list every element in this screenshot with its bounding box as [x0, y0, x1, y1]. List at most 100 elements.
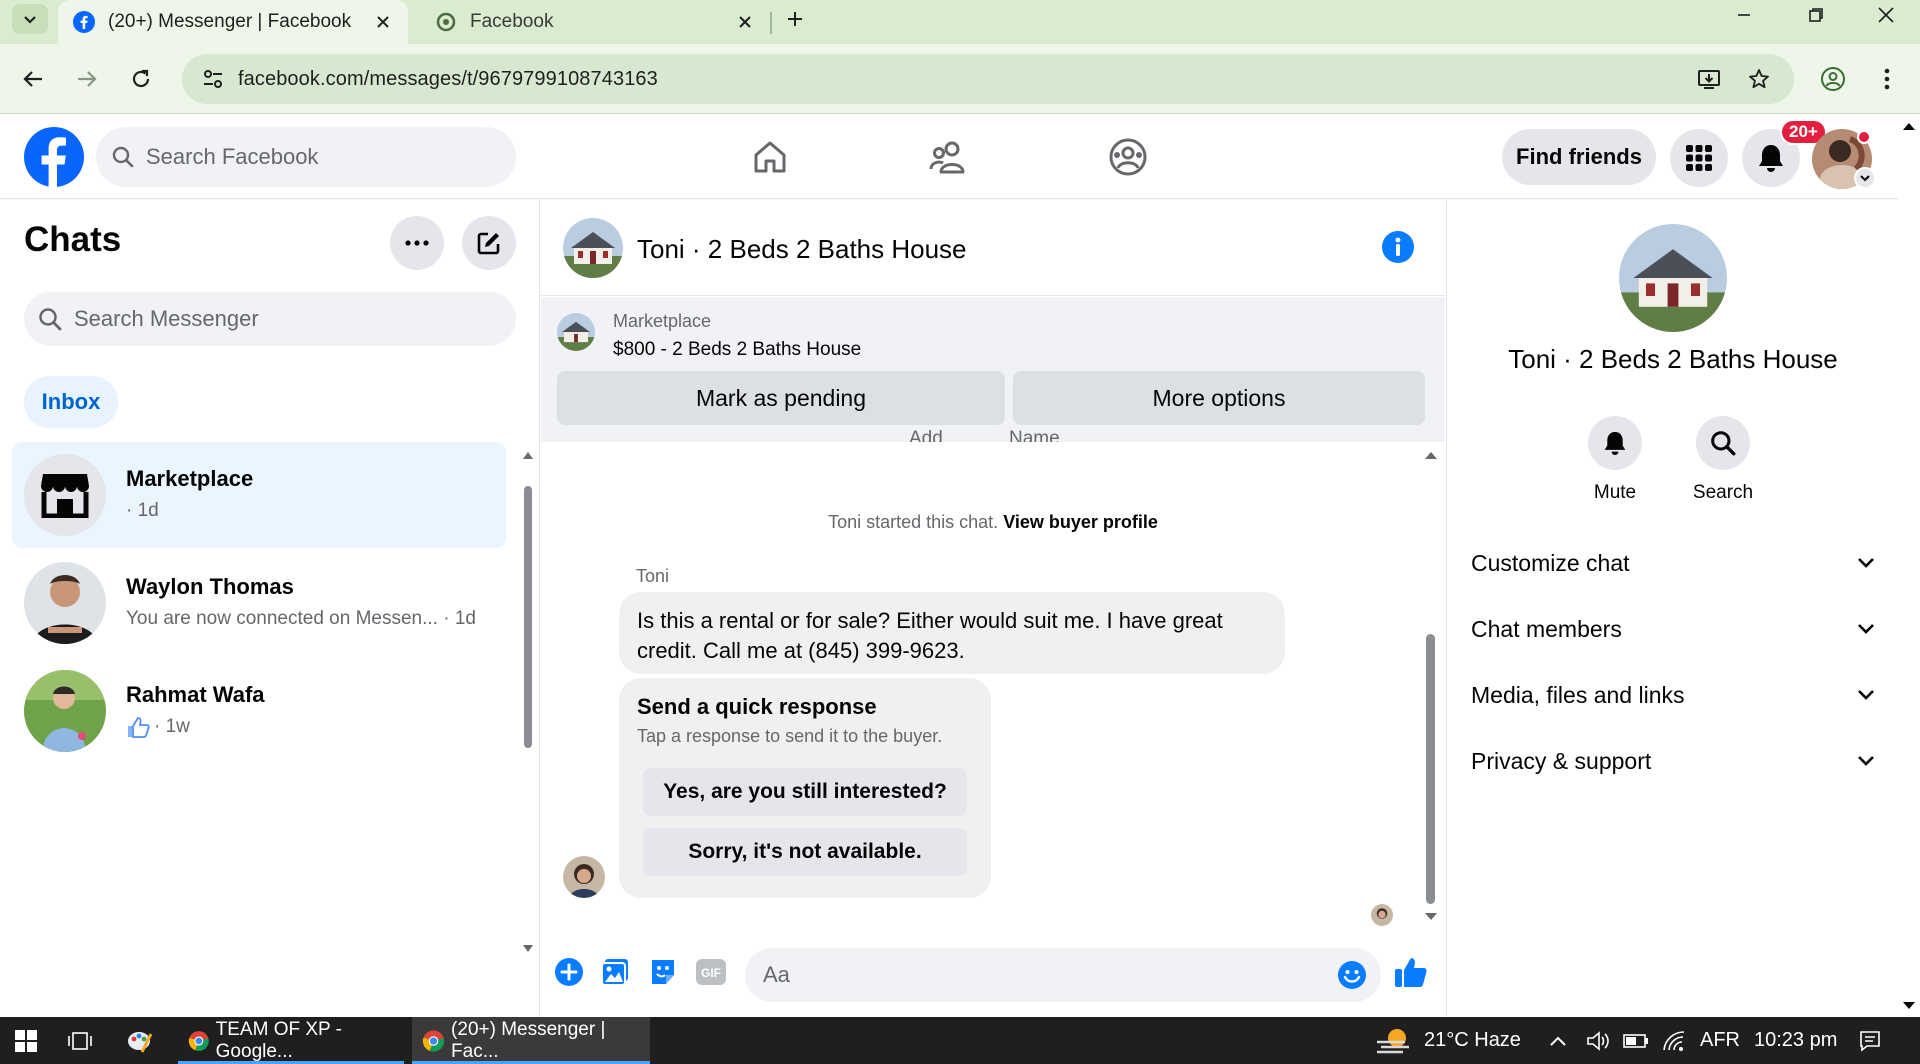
quick-reply-still-interested[interactable]: Yes, are you still interested? [643, 768, 967, 816]
account-icon [1821, 67, 1845, 91]
chat-item-waylon-thomas[interactable]: Waylon Thomas You are now connected on M… [12, 550, 506, 656]
scrollbar-thumb[interactable] [524, 486, 532, 748]
quick-reply-not-available[interactable]: Sorry, it's not available. [643, 828, 967, 876]
weather-text[interactable]: 21°C Haze [1424, 1029, 1521, 1052]
message-bubble[interactable]: Is this a rental or for sale? Either wou… [619, 592, 1285, 674]
conversation-scrollbar[interactable] [1421, 444, 1441, 924]
battery-button[interactable] [1622, 1025, 1650, 1057]
bookmark-button[interactable] [1742, 62, 1776, 96]
chat-options-button[interactable] [390, 216, 444, 270]
inbox-filter[interactable]: Inbox [24, 376, 118, 428]
more-actions-button[interactable] [551, 954, 587, 990]
new-message-button[interactable] [462, 216, 516, 270]
bell-icon [1604, 431, 1626, 455]
info-avatar[interactable] [1619, 224, 1727, 332]
conversation-avatar[interactable] [563, 218, 623, 278]
nav-friends[interactable] [926, 135, 970, 179]
reload-button[interactable] [124, 62, 158, 96]
close-window-button[interactable] [1852, 0, 1920, 30]
back-button[interactable] [16, 62, 50, 96]
mute-button[interactable] [1588, 416, 1642, 470]
quick-response-subtitle: Tap a response to send it to the buyer. [637, 726, 943, 746]
listing-thumbnail[interactable] [557, 313, 595, 351]
mark-as-pending-button[interactable]: Mark as pending [557, 371, 1005, 425]
chat-name: Rahmat Wafa [126, 682, 265, 707]
chat-item-marketplace[interactable]: Marketplace · 1d [12, 442, 506, 548]
send-like-button[interactable] [1393, 954, 1429, 990]
address-bar[interactable]: facebook.com/messages/t/9679799108743163 [182, 54, 1794, 104]
restore-icon [1809, 8, 1823, 22]
weather-widget[interactable] [1374, 1025, 1414, 1057]
groups-icon [1109, 138, 1147, 176]
minimize-button[interactable] [1710, 0, 1778, 30]
menu-button[interactable] [1670, 129, 1728, 187]
chat-item-rahmat-wafa[interactable]: Rahmat Wafa · 1w [12, 658, 506, 764]
close-tab-button[interactable] [730, 7, 760, 37]
clock[interactable]: 10:23 pm [1754, 1029, 1837, 1052]
more-options-button[interactable]: More options [1013, 371, 1425, 425]
chat-preview: · 1d [126, 500, 159, 522]
input-language[interactable]: AFR [1700, 1029, 1740, 1052]
emoji-button[interactable] [1337, 960, 1367, 990]
info-icon[interactable] [1381, 230, 1415, 264]
find-friends-button[interactable]: Find friends [1502, 129, 1656, 185]
nav-home[interactable] [748, 135, 792, 179]
pinned-app-button[interactable] [124, 1025, 156, 1057]
section-privacy-support[interactable]: Privacy & support [1471, 736, 1875, 786]
tab-search-button[interactable] [12, 4, 48, 34]
show-hidden-icons-button[interactable] [1546, 1025, 1570, 1057]
search-in-chat-button[interactable] [1696, 416, 1750, 470]
gif-button[interactable]: GIF [693, 954, 729, 990]
message-input[interactable]: Aa [745, 948, 1381, 1002]
chat-list-scrollbar[interactable] [522, 452, 534, 964]
close-icon [1878, 7, 1894, 23]
windows-icon [15, 1030, 37, 1052]
section-media-files-links[interactable]: Media, files and links [1471, 670, 1875, 720]
chat-preview-text: · 1w [154, 716, 190, 737]
tab-facebook[interactable]: Facebook [420, 0, 770, 44]
emoji-icon [1338, 961, 1366, 989]
restore-button[interactable] [1782, 0, 1850, 30]
message-placeholder: Aa [763, 962, 790, 987]
task-view-button[interactable] [64, 1025, 96, 1057]
conversation-title[interactable]: Toni · 2 Beds 2 Baths House [637, 234, 967, 265]
profile-button[interactable] [1816, 62, 1850, 96]
search-icon [39, 308, 62, 331]
forward-button[interactable] [70, 62, 104, 96]
taskbar-app-chrome-1[interactable]: TEAM OF XP - Google... [178, 1017, 404, 1064]
notification-center-icon [1860, 1031, 1880, 1052]
account-menu-button[interactable] [1854, 167, 1876, 189]
site-settings-button[interactable] [188, 68, 238, 90]
notification-center-button[interactable] [1854, 1025, 1886, 1057]
browser-menu-button[interactable] [1870, 62, 1904, 96]
install-app-button[interactable] [1692, 62, 1726, 96]
avatar [24, 670, 106, 752]
volume-button[interactable] [1584, 1025, 1612, 1057]
page-scrollbar[interactable] [1898, 115, 1920, 1017]
browser-toolbar: facebook.com/messages/t/9679799108743163 [0, 44, 1920, 114]
kebab-icon [1884, 68, 1890, 90]
scroll-down-icon [523, 945, 533, 952]
nav-groups[interactable] [1106, 135, 1150, 179]
messenger-search[interactable]: Search Messenger [24, 292, 516, 346]
facebook-logo[interactable] [24, 127, 84, 187]
windows-taskbar: TEAM OF XP - Google... (20+) Messenger |… [0, 1017, 1920, 1064]
section-chat-members[interactable]: Chat members [1471, 604, 1875, 654]
facebook-search[interactable]: Search Facebook [96, 127, 516, 187]
section-customize-chat[interactable]: Customize chat [1471, 538, 1875, 588]
attach-image-button[interactable] [597, 954, 633, 990]
tab-messenger[interactable]: (20+) Messenger | Facebook [58, 0, 408, 44]
new-tab-button[interactable] [780, 4, 810, 34]
scrollbar-thumb[interactable] [1426, 634, 1435, 904]
sticker-button[interactable] [645, 954, 681, 990]
view-buyer-profile-link[interactable]: View buyer profile [1003, 512, 1158, 532]
search-action[interactable]: Search [1673, 416, 1773, 504]
image-icon [601, 959, 628, 986]
network-button[interactable] [1660, 1025, 1688, 1057]
close-tab-button[interactable] [368, 7, 398, 37]
mute-action[interactable]: Mute [1565, 416, 1665, 504]
taskbar-app-chrome-2[interactable]: (20+) Messenger | Fac... [412, 1017, 650, 1064]
listing-title[interactable]: $800 - 2 Beds 2 Baths House [613, 339, 861, 361]
start-button[interactable] [10, 1025, 42, 1057]
reload-icon [132, 69, 150, 88]
